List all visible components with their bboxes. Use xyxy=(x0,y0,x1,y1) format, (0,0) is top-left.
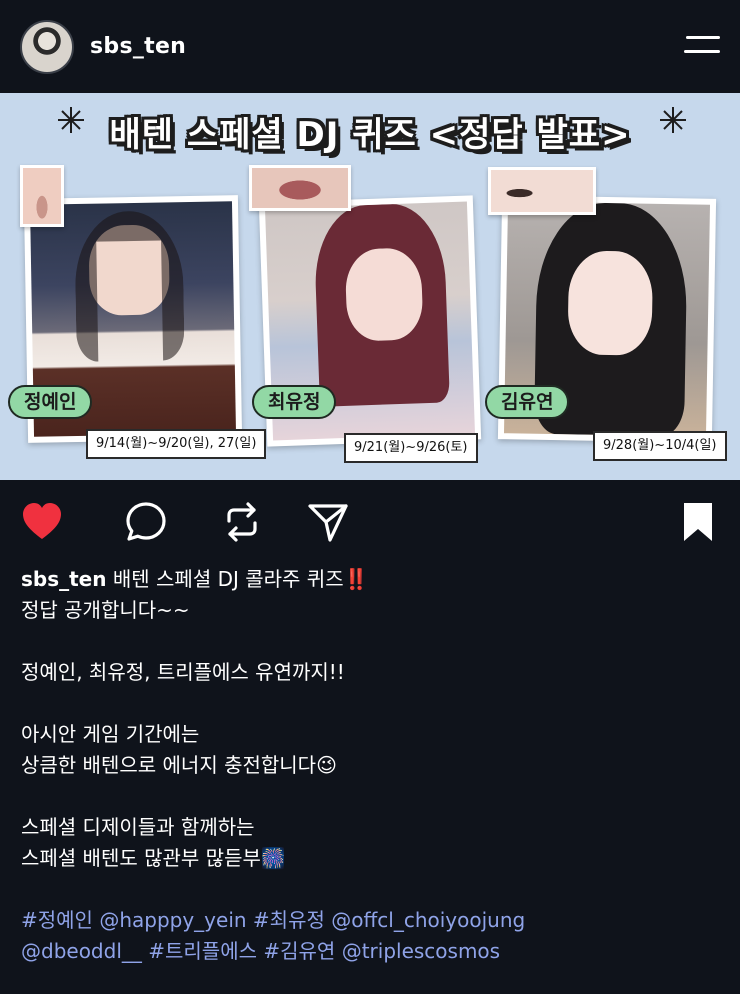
hashtag-link[interactable]: #최유정 xyxy=(253,908,325,932)
hashtag-link[interactable]: #정예인 xyxy=(21,908,93,932)
caption-tags-row: @dbeoddl__ #트리플에스 #김유연 @triplescosmos xyxy=(21,936,721,967)
repost-icon[interactable] xyxy=(220,500,264,544)
lips-hint-photo xyxy=(249,165,351,211)
caption-text: 상큼한 배텐으로 에너지 충전합니다 xyxy=(21,753,317,777)
post-image[interactable]: 배텐 스페셜 DJ 퀴즈 <정답 발표> 정예인 9/14(월)~9/20(일)… xyxy=(0,93,740,480)
fireworks-emoji: 🎆 xyxy=(260,846,286,870)
name-tag: 김유연 xyxy=(485,385,570,419)
caption-line: 스페셜 배텐도 많관부 많듣부🎆 xyxy=(21,843,721,874)
caption-line: sbs_ten 배텐 스페셜 DJ 콜라주 퀴즈‼️ xyxy=(21,564,721,595)
hashtag-link[interactable]: #트리플에스 xyxy=(148,939,257,963)
comment-icon[interactable] xyxy=(124,500,168,544)
post-caption: sbs_ten 배텐 스페셜 DJ 콜라주 퀴즈‼️ 정답 공개합니다~~ 정예… xyxy=(21,564,721,967)
post-header: sbs_ten xyxy=(0,0,740,93)
caption-line: 상큼한 배텐으로 에너지 충전합니다😉 xyxy=(21,750,721,781)
image-title: 배텐 스페셜 DJ 퀴즈 <정답 발표> xyxy=(109,115,631,155)
winking-face-emoji: 😉 xyxy=(316,753,337,777)
mention-link[interactable]: @happpy_yein xyxy=(99,908,246,932)
eyes-hint-photo xyxy=(488,167,596,215)
nose-hint-photo xyxy=(20,165,64,227)
hashtag-link[interactable]: #김유연 xyxy=(263,939,335,963)
send-icon[interactable] xyxy=(306,500,350,544)
date-label: 9/28(월)~10/4(일) xyxy=(593,431,727,461)
header-username[interactable]: sbs_ten xyxy=(90,34,186,59)
caption-username[interactable]: sbs_ten xyxy=(21,567,107,591)
caption-tags-row: #정예인 @happpy_yein #최유정 @offcl_choiyoojun… xyxy=(21,905,721,936)
caption-text: 스페셜 디제이들과 함께하는 xyxy=(21,815,255,839)
avatar[interactable] xyxy=(20,19,74,74)
mention-link[interactable]: @dbeoddl__ xyxy=(21,939,142,963)
caption-text: 배텐 스페셜 DJ 콜라주 퀴즈 xyxy=(112,567,344,591)
double-exclamation-emoji: ‼️ xyxy=(343,567,369,591)
name-tag: 정예인 xyxy=(8,385,93,419)
mention-link[interactable]: @offcl_choiyoojung xyxy=(331,908,525,932)
caption-text: 정예인, 최유정, 트리플에스 유연까지!! xyxy=(21,660,345,684)
caption-text: 정답 공개합니다~~ xyxy=(21,598,190,622)
date-label: 9/14(월)~9/20(일), 27(일) xyxy=(86,429,267,459)
action-bar xyxy=(0,480,740,564)
caption-text: 스페셜 배텐도 많관부 많듣부 xyxy=(21,846,261,870)
menu-icon[interactable] xyxy=(684,36,720,58)
date-label: 9/21(월)~9/26(토) xyxy=(344,433,478,463)
heart-filled-icon[interactable] xyxy=(20,500,64,544)
bookmark-icon[interactable] xyxy=(676,500,720,544)
name-tag: 최유정 xyxy=(252,385,337,419)
mention-link[interactable]: @triplescosmos xyxy=(342,939,500,963)
caption-text: 아시안 게임 기간에는 xyxy=(21,722,200,746)
